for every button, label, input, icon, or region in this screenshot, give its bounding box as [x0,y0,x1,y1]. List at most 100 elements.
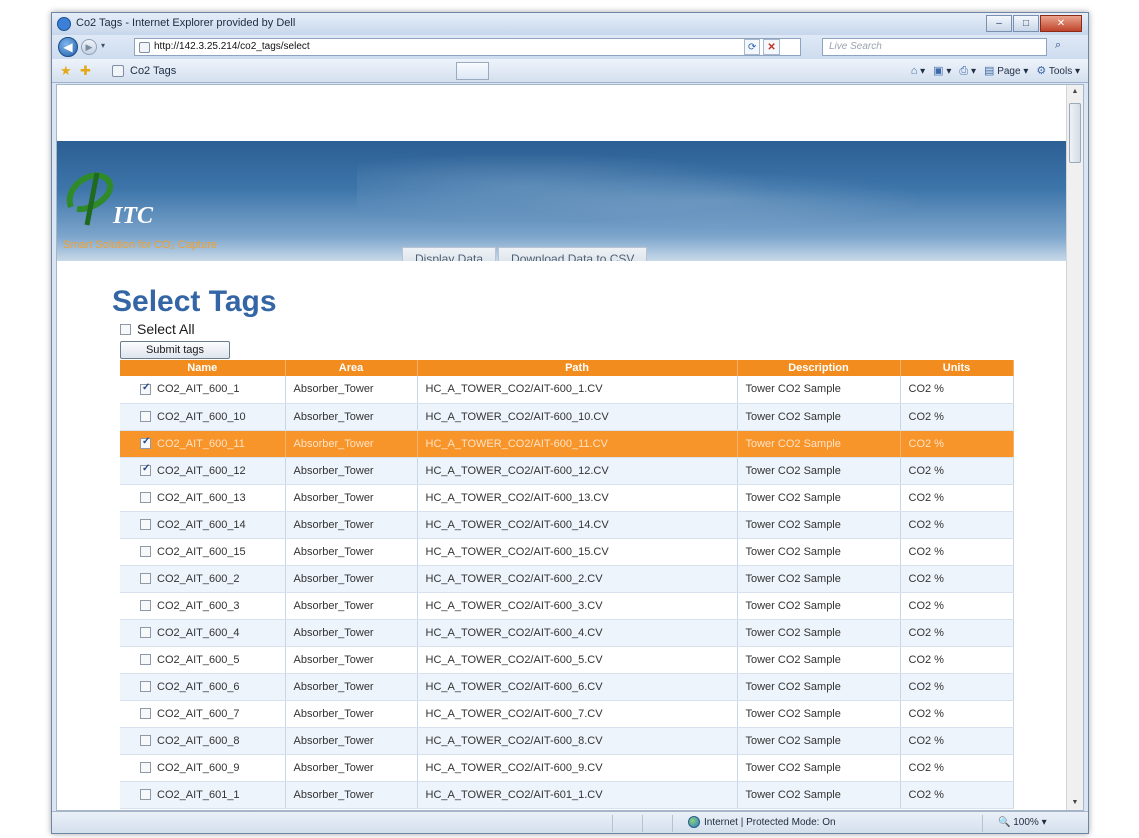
minimize-button[interactable]: – [986,15,1012,32]
table-row[interactable]: CO2_AIT_600_12 Absorber_TowerHC_A_TOWER_C… [120,457,1014,485]
cell-units: CO2 % [900,727,1014,755]
cell-name: CO2_AIT_601_1 [120,781,286,809]
tools-menu[interactable]: ⚙ Tools ▾ [1036,62,1080,81]
cell-name: CO2_AIT_600_10 [120,403,286,431]
tag-checkbox[interactable] [140,735,151,746]
home-button[interactable]: ⌂ ▾ [911,62,925,81]
forward-button[interactable]: ▶ [81,39,97,55]
back-button[interactable]: ◀ [58,37,78,57]
url-text[interactable]: http://142.3.25.214/co2_tags/select [154,41,310,52]
column-header-path[interactable]: Path [417,360,738,376]
table-row[interactable]: CO2_AIT_600_5 Absorber_Tower HC_A_TOWER_CO… [120,646,1014,674]
cell-units: CO2 % [900,538,1014,566]
table-row[interactable]: CO2_AIT_600_2 Absorber_Tower HC_A_TOWER_CO… [120,565,1014,593]
table-row[interactable]: CO2_AIT_600_15 Absorber_Tower HC_A_TOWER_C… [120,538,1014,566]
screen: Co2 Tags - Internet Explorer provided by… [0,0,1139,838]
scroll-up-icon[interactable]: ▲ [1067,85,1083,99]
table-row[interactable]: CO2_AIT_600_8 Absorber_Tower HC_A_TOWER_CO… [120,727,1014,755]
search-input[interactable]: Live Search [822,38,1047,56]
table-row[interactable]: CO2_AIT_600_6 Absorber_Tower HC_A_TOWER_CO… [120,673,1014,701]
add-favorite-icon[interactable]: ✚ [80,63,91,79]
security-zone[interactable]: Internet | Protected Mode: On [688,816,836,828]
feeds-dropdown[interactable]: ▾ [946,66,951,77]
page-icon: ▤ [984,65,995,77]
cell-name: CO2_AIT_600_7 [120,700,286,728]
table-row[interactable]: CO2_AIT_600_14 Absorber_Tower HC_A_TOWER_C… [120,511,1014,539]
table-row[interactable]: CO2_AIT_600_4 Absorber_Tower HC_A_TOWER_CO… [120,619,1014,647]
print-dropdown[interactable]: ▾ [971,66,976,77]
zoom-control[interactable]: 🔍 100% ▾ [998,817,1047,828]
cell-area: Absorber_Tower [285,565,418,593]
zoom-dropdown-icon[interactable]: ▾ [1042,817,1047,828]
home-dropdown[interactable]: ▾ [920,66,925,77]
cell-area: Absorber_Tower [285,592,418,620]
table-row[interactable]: CO2_AIT_600_11 Absorber_TowerHC_A_TOWER_C… [120,430,1014,458]
cell-units: CO2 % [900,511,1014,539]
select-all-checkbox[interactable] [120,323,131,335]
table-row[interactable]: CO2_AIT_600_3 Absorber_Tower HC_A_TOWER_CO… [120,592,1014,620]
cell-path: HC_A_TOWER_CO2/AIT-600_3.CV [417,592,738,620]
column-header-area[interactable]: Area [285,360,418,376]
name-cell-wrap: CO2_AIT_600_8 [140,735,284,747]
cell-area: Absorber_Tower [285,727,418,755]
tag-checkbox[interactable] [140,492,151,503]
scroll-thumb[interactable] [1069,103,1081,163]
cell-area: Absorber_Tower [285,646,418,674]
tag-checkbox[interactable] [140,519,151,530]
table-row[interactable]: CO2_AIT_600_13 Absorber_Tower HC_A_TOWER_C… [120,484,1014,512]
table-row[interactable]: CO2_AIT_600_10 Absorber_Tower HC_A_TOWER_C… [120,403,1014,431]
table-row[interactable]: CO2_AIT_601_1 Absorber_Tower HC_A_TOWER_CO… [120,781,1014,809]
tag-checkbox[interactable] [140,546,151,557]
name-cell-wrap: CO2_AIT_601_1 [140,789,284,801]
scroll-down-icon[interactable]: ▼ [1067,796,1083,810]
cell-area: Absorber_Tower [285,484,418,512]
tag-checkbox[interactable] [140,789,151,800]
table-row[interactable]: CO2_AIT_600_1 Absorber_TowerHC_A_TOWER_CO… [120,376,1014,404]
cell-area: Absorber_Tower [285,538,418,566]
page-menu[interactable]: ▤ Page ▾ [984,62,1028,81]
submit-tags-button[interactable]: Submit tags [120,341,230,359]
tag-checkbox[interactable] [140,436,151,449]
search-placeholder: Live Search [829,41,882,52]
cell-units: CO2 % [900,673,1014,701]
print-button[interactable]: ⎙ ▾ [959,62,976,81]
refresh-button[interactable]: ⟳ [744,39,761,55]
tag-checkbox[interactable] [140,681,151,692]
cell-area: Absorber_Tower [285,457,418,485]
url-field[interactable]: http://142.3.25.214/co2_tags/select [134,38,801,56]
history-dropdown-icon[interactable]: ▾ [101,41,105,50]
table-row[interactable]: CO2_AIT_600_9 Absorber_Tower HC_A_TOWER_CO… [120,754,1014,782]
column-header-units[interactable]: Units [900,360,1014,376]
new-tab-button[interactable] [456,62,489,80]
stop-button[interactable]: ✕ [763,39,780,55]
cell-name: CO2_AIT_600_4 [120,619,286,647]
tag-checkbox[interactable] [140,382,151,395]
tag-checkbox[interactable] [140,708,151,719]
tag-checkbox[interactable] [140,463,151,476]
tag-checkbox[interactable] [140,600,151,611]
tag-checkbox[interactable] [140,573,151,584]
feeds-icon: ▣ [933,65,944,77]
tab-download-csv[interactable]: Download Data to CSV [498,247,648,261]
address-bar: ◀ ▶ ▾ http://142.3.25.214/co2_tags/selec… [52,35,1088,59]
tag-checkbox[interactable] [140,762,151,773]
maximize-button[interactable]: □ [1013,15,1039,32]
vertical-scrollbar[interactable]: ▲ ▼ [1066,85,1083,810]
tag-checkbox[interactable] [140,654,151,665]
cell-description: Tower CO2 Sample [737,376,901,404]
search-icon[interactable]: ⌕ [1055,39,1061,52]
tag-checkbox[interactable] [140,627,151,638]
feeds-button[interactable]: ▣ ▾ [933,62,951,81]
cell-units: CO2 % [900,484,1014,512]
table-row[interactable]: CO2_AIT_600_7 Absorber_Tower HC_A_TOWER_CO… [120,700,1014,728]
column-header-name[interactable]: Name [120,360,286,376]
column-header-description[interactable]: Description [737,360,901,376]
select-all-control[interactable]: Select All [120,321,195,337]
close-button[interactable]: ✕ [1040,15,1082,32]
favorites-star-icon[interactable]: ★ [60,63,72,79]
command-items: ⌂ ▾ ▣ ▾ ⎙ ▾ ▤ Page ▾ ⚙ Tools ▾ [911,62,1080,81]
tab-co2-tags[interactable]: Co2 Tags [108,61,184,81]
tag-checkbox[interactable] [140,411,151,422]
cell-path: HC_A_TOWER_CO2/AIT-600_12.CV [417,457,738,485]
tab-display-data[interactable]: Display Data [402,247,497,261]
